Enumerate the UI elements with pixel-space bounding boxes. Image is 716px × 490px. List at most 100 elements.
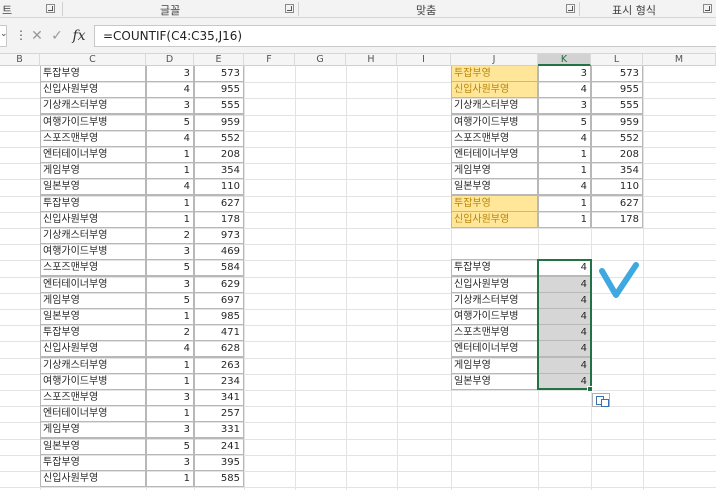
cell-name[interactable]: 여행가이드부병 <box>40 114 146 131</box>
cell-amount[interactable]: 555 <box>194 97 244 114</box>
cell-name[interactable]: 기상캐스터부영 <box>451 97 538 114</box>
cell-name[interactable]: 여행가이드부병 <box>40 373 146 390</box>
cell-name[interactable]: 여행가이드부병 <box>451 114 538 131</box>
column-header-m[interactable]: M <box>643 54 716 66</box>
cell-name[interactable]: 게임부영 <box>451 162 538 179</box>
cell-name[interactable]: 스포즈맨부영 <box>40 389 146 406</box>
cell-count[interactable]: 3 <box>146 454 194 471</box>
cell-amount[interactable]: 959 <box>591 114 643 131</box>
cell-count[interactable]: 4 <box>538 178 591 195</box>
cell-amount[interactable]: 208 <box>194 146 244 163</box>
cell-count[interactable]: 3 <box>538 66 591 82</box>
countif-category[interactable]: 신입사원부영 <box>451 276 538 293</box>
cell-count[interactable]: 1 <box>538 195 591 212</box>
cell-count[interactable]: 2 <box>146 227 194 244</box>
cell-amount[interactable]: 354 <box>591 162 643 179</box>
cell-count[interactable]: 3 <box>146 66 194 82</box>
cell-count[interactable]: 1 <box>146 146 194 163</box>
cell-count[interactable]: 3 <box>146 97 194 114</box>
cell-count[interactable]: 4 <box>538 130 591 147</box>
cell-name[interactable]: 스포즈맨부영 <box>451 130 538 147</box>
column-header-k[interactable]: K <box>538 54 591 66</box>
cell-name[interactable]: 신입사원부영 <box>451 211 538 228</box>
cell-amount[interactable]: 471 <box>194 324 244 341</box>
cell-count[interactable]: 3 <box>146 389 194 406</box>
cell-name[interactable]: 일본부영 <box>40 178 146 195</box>
cell-count[interactable]: 4 <box>146 340 194 357</box>
cell-count[interactable]: 1 <box>146 357 194 374</box>
cell-amount[interactable]: 178 <box>591 211 643 228</box>
column-header-h[interactable]: H <box>346 54 397 66</box>
column-header-j[interactable]: J <box>451 54 538 66</box>
cell-count[interactable]: 5 <box>538 114 591 131</box>
cell-amount[interactable]: 985 <box>194 308 244 325</box>
cell-amount[interactable]: 584 <box>194 259 244 276</box>
cell-name[interactable]: 일본부영 <box>451 178 538 195</box>
cell-name[interactable]: 일본부영 <box>40 438 146 455</box>
cell-name[interactable]: 게임부영 <box>40 292 146 309</box>
cell-amount[interactable]: 627 <box>194 195 244 212</box>
dialog-launcher-icon[interactable] <box>703 4 712 13</box>
countif-category[interactable]: 엔터테이너부영 <box>451 340 538 357</box>
cell-count[interactable]: 1 <box>146 308 194 325</box>
cell-amount[interactable]: 469 <box>194 243 244 260</box>
countif-result[interactable]: 4 <box>538 292 591 309</box>
cell-count[interactable]: 5 <box>146 292 194 309</box>
countif-result[interactable]: 4 <box>538 340 591 357</box>
dialog-launcher-icon[interactable] <box>46 4 55 13</box>
insert-function-icon[interactable]: fx <box>70 25 88 47</box>
cell-amount[interactable]: 234 <box>194 373 244 390</box>
cell-amount[interactable]: 973 <box>194 227 244 244</box>
cell-name[interactable]: 게임부영 <box>40 421 146 438</box>
cell-name[interactable]: 여행가이드부병 <box>40 243 146 260</box>
cell-count[interactable]: 1 <box>146 211 194 228</box>
cell-amount[interactable]: 110 <box>194 178 244 195</box>
countif-result[interactable]: 4 <box>538 259 591 276</box>
cell-amount[interactable]: 955 <box>194 81 244 98</box>
formula-input[interactable]: =COUNTIF(C4:C35,J16) <box>94 25 716 47</box>
dialog-launcher-icon[interactable] <box>285 4 294 13</box>
cell-name[interactable]: 엔터테이너부영 <box>40 405 146 422</box>
cell-name[interactable]: 투잡부영 <box>40 324 146 341</box>
column-header-f[interactable]: F <box>244 54 295 66</box>
cell-amount[interactable]: 263 <box>194 357 244 374</box>
cell-count[interactable]: 5 <box>146 114 194 131</box>
cell-name[interactable]: 일본부영 <box>40 308 146 325</box>
cell-count[interactable]: 4 <box>146 178 194 195</box>
dialog-launcher-icon[interactable] <box>566 4 575 13</box>
more-options-icon[interactable]: ⋮ <box>15 28 27 42</box>
cell-amount[interactable]: 395 <box>194 454 244 471</box>
countif-result[interactable]: 4 <box>538 308 591 325</box>
cell-name[interactable]: 엔터테이너부영 <box>451 146 538 163</box>
cell-name[interactable]: 투잡부영 <box>451 195 538 212</box>
cell-amount[interactable]: 573 <box>591 66 643 82</box>
cell-name[interactable]: 신입사원부영 <box>451 81 538 98</box>
cell-name[interactable]: 기상캐스터부영 <box>40 97 146 114</box>
cell-count[interactable]: 4 <box>146 81 194 98</box>
countif-result[interactable]: 4 <box>538 324 591 341</box>
cell-amount[interactable]: 552 <box>591 130 643 147</box>
cell-amount[interactable]: 110 <box>591 178 643 195</box>
cell-name[interactable]: 투잡부영 <box>40 454 146 471</box>
cell-amount[interactable]: 585 <box>194 470 244 487</box>
cell-count[interactable]: 5 <box>146 438 194 455</box>
countif-category[interactable]: 기상캐스터부영 <box>451 292 538 309</box>
cell-count[interactable]: 2 <box>146 324 194 341</box>
cell-name[interactable]: 스포즈맨부영 <box>40 130 146 147</box>
cell-name[interactable]: 신입사원부영 <box>40 81 146 98</box>
cell-count[interactable]: 4 <box>538 81 591 98</box>
cell-name[interactable]: 엔터테이너부영 <box>40 276 146 293</box>
countif-result[interactable]: 4 <box>538 276 591 293</box>
paste-options-icon[interactable] <box>592 393 610 407</box>
cell-name[interactable]: 투잡부영 <box>40 66 146 82</box>
cell-count[interactable]: 3 <box>538 97 591 114</box>
cell-name[interactable]: 게임부영 <box>40 162 146 179</box>
cell-amount[interactable]: 555 <box>591 97 643 114</box>
cancel-icon[interactable]: ✕ <box>28 25 46 47</box>
cell-amount[interactable]: 354 <box>194 162 244 179</box>
cell-name[interactable]: 신입사원부영 <box>40 211 146 228</box>
cell-amount[interactable]: 959 <box>194 114 244 131</box>
countif-category[interactable]: 게임부영 <box>451 357 538 374</box>
column-header-b[interactable]: B <box>0 54 40 66</box>
fill-handle[interactable] <box>587 386 593 392</box>
